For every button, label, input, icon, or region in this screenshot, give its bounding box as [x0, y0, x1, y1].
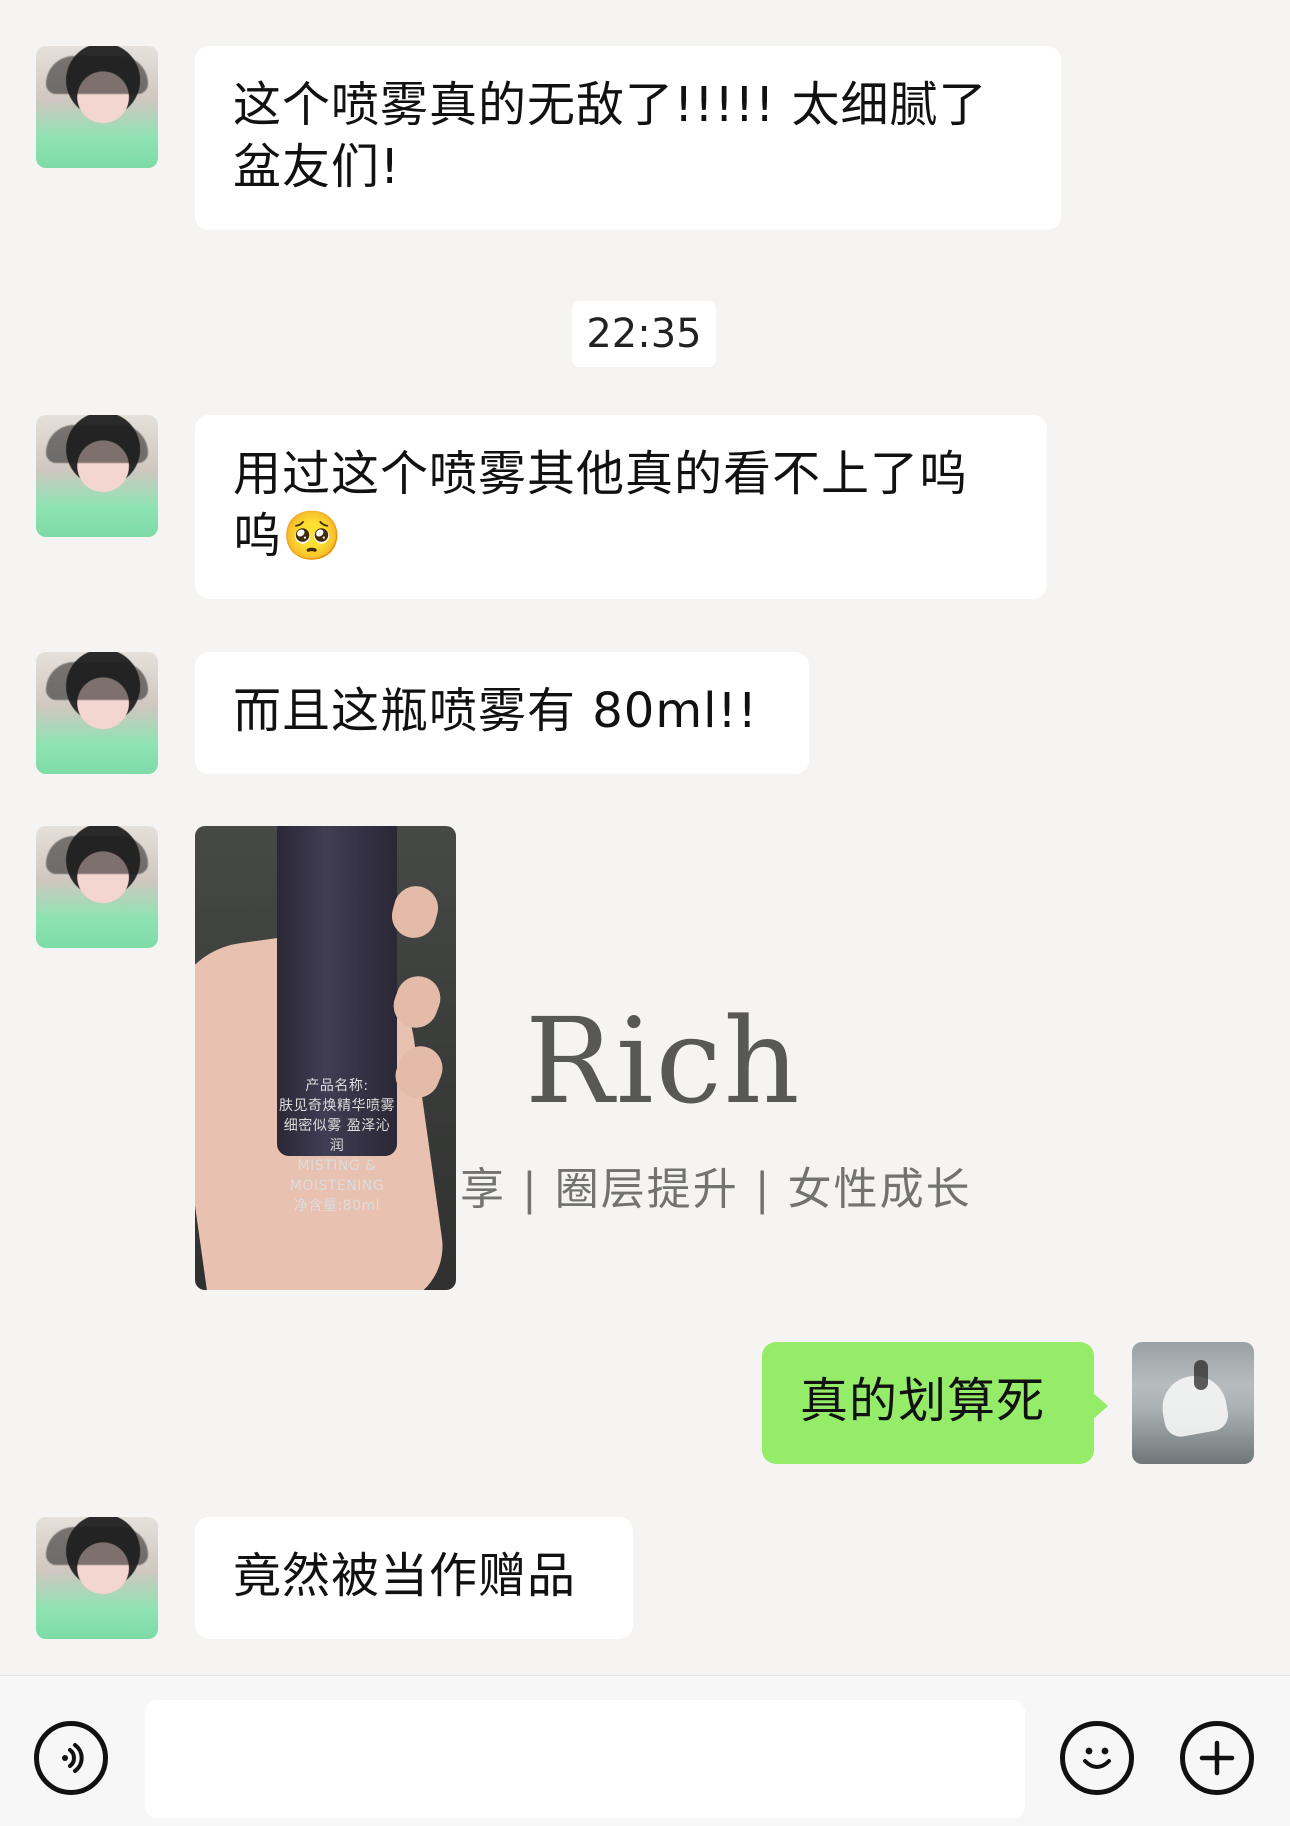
message-text-3: 而且这瓶喷雾有 80ml!!	[233, 683, 758, 739]
message-text-2: 用过这个喷雾其他真的看不上了呜呜🥺	[233, 446, 969, 564]
contact-avatar[interactable]	[36, 826, 158, 948]
contact-avatar[interactable]	[36, 46, 158, 168]
message-bubble-3[interactable]: 而且这瓶喷雾有 80ml!!	[195, 652, 809, 774]
message-bubble-6[interactable]: 竟然被当作赠品	[195, 1517, 633, 1639]
message-bubble-2[interactable]: 用过这个喷雾其他真的看不上了呜呜🥺	[195, 415, 1047, 599]
contact-avatar[interactable]	[36, 652, 158, 774]
image-message[interactable]: 产品名称: 肤见奇焕精华喷雾 细密似雾 盈泽沁润 MISTING & MOIST…	[195, 826, 456, 1290]
voice-icon[interactable]	[34, 1721, 108, 1795]
contact-avatar[interactable]	[36, 1517, 158, 1639]
watermark-tagline: 享 | 圈层提升 | 女性成长	[460, 1164, 972, 1215]
watermark-brand: Rich	[525, 992, 802, 1130]
contact-avatar[interactable]	[36, 415, 158, 537]
my-message-text: 真的划算死	[800, 1373, 1046, 1429]
message-text-6: 竟然被当作赠品	[233, 1548, 577, 1604]
plus-icon[interactable]	[1180, 1721, 1254, 1795]
voice-glyph	[62, 1743, 84, 1773]
bottle-illustration: 产品名称: 肤见奇焕精华喷雾 细密似雾 盈泽沁润 MISTING & MOIST…	[277, 826, 397, 1214]
bottle-label: 产品名称: 肤见奇焕精华喷雾 细密似雾 盈泽沁润 MISTING & MOIST…	[279, 1078, 395, 1214]
message-text-1: 这个喷雾真的无敌了!!!!! 太细腻了盆友们!	[233, 77, 988, 195]
emoji-glyph	[1083, 1747, 1111, 1769]
emoji-icon[interactable]	[1060, 1721, 1134, 1795]
timestamp: 22:35	[572, 301, 716, 367]
message-bubble-1[interactable]: 这个喷雾真的无敌了!!!!! 太细腻了盆友们!	[195, 46, 1061, 230]
message-input[interactable]	[145, 1700, 1025, 1818]
my-message-bubble[interactable]: 真的划算死	[762, 1342, 1108, 1464]
timestamp-text: 22:35	[586, 311, 702, 357]
plus-glyph	[1199, 1740, 1235, 1776]
my-avatar[interactable]	[1132, 1342, 1254, 1464]
